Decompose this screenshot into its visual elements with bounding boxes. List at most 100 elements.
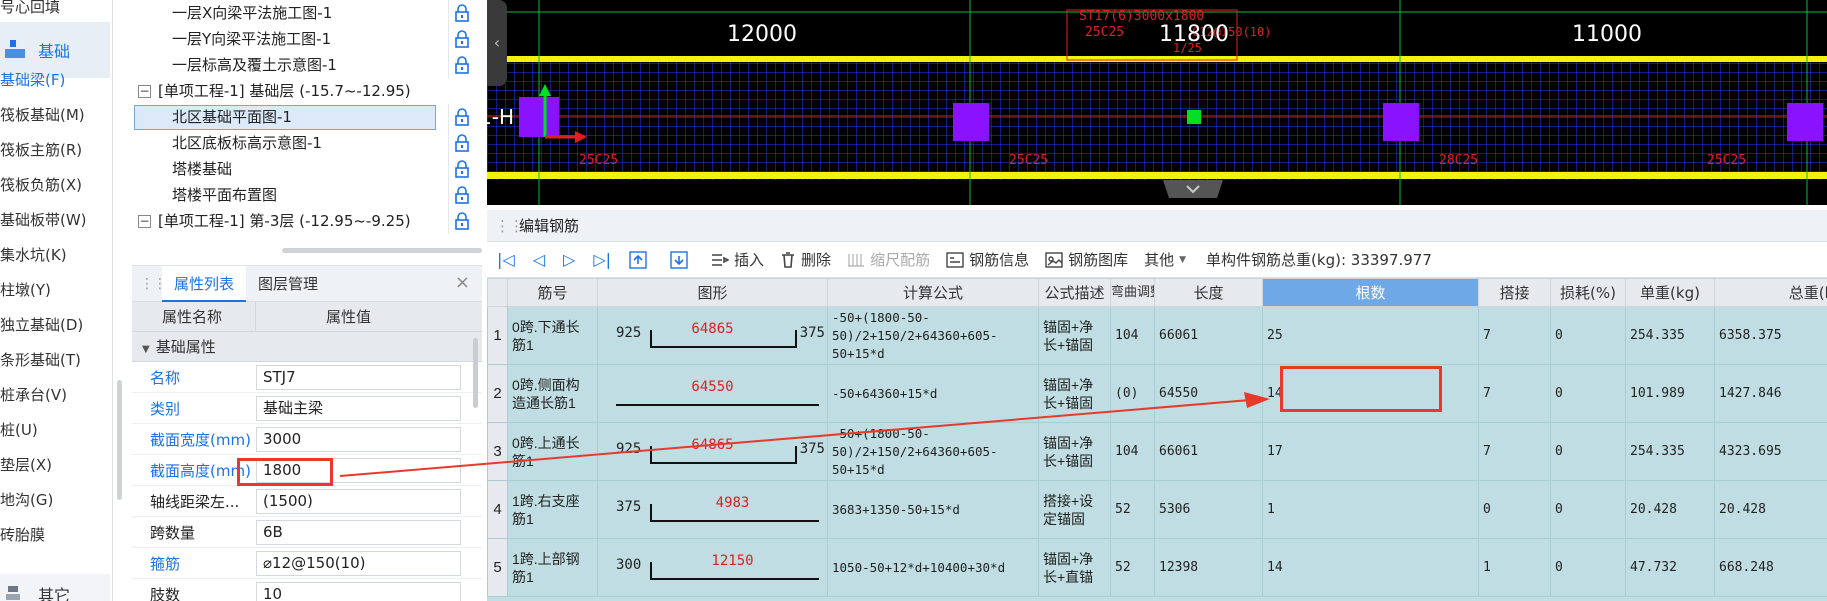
property-value-input[interactable]: ⌀12@150(10) [256, 550, 461, 576]
cell-lap[interactable]: 7 [1478, 306, 1551, 365]
cell-shape[interactable]: 925 375 64865 [597, 306, 828, 365]
property-value-input[interactable]: 基础主梁 [256, 395, 461, 421]
column-header[interactable]: 筋号 [507, 278, 598, 307]
cell-length[interactable]: 66061 [1154, 306, 1263, 365]
lock-icon[interactable] [448, 130, 474, 156]
column-header[interactable]: 弯曲调整 [1110, 278, 1155, 307]
insert-button[interactable]: 插入 [711, 249, 764, 270]
cell-formula-desc[interactable]: 锚固+净长+锚固 [1038, 364, 1111, 423]
property-value-input[interactable]: 1800 [256, 457, 461, 483]
tab-property-list[interactable]: 属性列表 [162, 266, 247, 302]
sidebar-scrollbar[interactable] [117, 380, 122, 500]
lock-icon[interactable] [448, 26, 474, 52]
cell-formula[interactable]: 1050-50+12*d+10400+30*d [827, 538, 1039, 597]
lock-icon[interactable] [448, 182, 474, 208]
prev-icon[interactable]: ◁ [533, 250, 545, 269]
sidebar-item-cushion[interactable]: 垫层(X) [0, 448, 110, 483]
column-header[interactable]: 图形 [597, 278, 828, 307]
column-header-selected[interactable]: 根数 [1262, 278, 1479, 307]
cell-loss[interactable]: 0 [1550, 422, 1626, 481]
cell-total-weight[interactable]: 1427.846 [1714, 364, 1827, 423]
sidebar-group-other[interactable]: 其它 [0, 574, 110, 601]
tab-layer-management[interactable]: 图层管理 [246, 266, 330, 302]
tree-row[interactable]: 一层Y向梁平法施工图-1 [132, 26, 482, 52]
cell-loss[interactable]: 0 [1550, 538, 1626, 597]
cell-total-weight[interactable]: 4323.695 [1714, 422, 1827, 481]
column-header[interactable]: 搭接 [1478, 278, 1551, 307]
row-index[interactable]: 5 [487, 538, 508, 597]
cell-bend-adjust[interactable]: 104 [1110, 306, 1155, 365]
column-header[interactable]: 计算公式 [827, 278, 1039, 307]
cell-rebar-name[interactable]: 0跨.下通长筋1 [507, 306, 598, 365]
cell-lap[interactable]: 1 [1478, 538, 1551, 597]
cell-rebar-name[interactable]: 0跨.侧面构造通长筋1 [507, 364, 598, 423]
tree-row[interactable]: 一层X向梁平法施工图-1 [132, 0, 482, 26]
scale-rebar-button[interactable]: 缩尺配筋 [847, 249, 930, 270]
row-index[interactable]: 1 [487, 306, 508, 365]
column-header[interactable]: 长度 [1154, 278, 1263, 307]
cell-count[interactable]: 14 [1262, 538, 1479, 597]
cell-rebar-name[interactable]: 1跨.右支座筋1 [507, 480, 598, 539]
column-header[interactable]: 总重(k [1714, 278, 1827, 307]
next-icon[interactable]: ▷ [563, 250, 575, 269]
sidebar-item-brick-mold[interactable]: 砖胎膜 [0, 518, 110, 553]
rebar-library-button[interactable]: 钢筋图库 [1045, 249, 1128, 270]
lock-icon[interactable] [448, 0, 474, 26]
cell-formula-desc[interactable]: 锚固+净长+直锚 [1038, 538, 1111, 597]
tree-row[interactable]: 塔楼基础 [132, 156, 482, 182]
cell-length[interactable]: 12398 [1154, 538, 1263, 597]
cell-length[interactable]: 64550 [1154, 364, 1263, 423]
cell-shape[interactable]: 300 12150 [597, 538, 828, 597]
sidebar-item-slab-strip[interactable]: 基础板带(W) [0, 203, 110, 238]
move-up-icon[interactable] [629, 250, 652, 269]
lock-icon[interactable] [448, 208, 474, 234]
property-value-input[interactable]: 6B [256, 519, 461, 545]
last-icon[interactable]: ▷| [593, 250, 611, 269]
cell-formula-desc[interactable]: 搭接+设定锚固 [1038, 480, 1111, 539]
cell-lap[interactable]: 0 [1478, 480, 1551, 539]
sidebar-item-strip-footing[interactable]: 条形基础(T) [0, 343, 110, 378]
tree-group-foundation-level[interactable]: − [单项工程-1] 基础层 (-15.7~-12.95) [132, 78, 482, 104]
cell-formula[interactable]: -50+(1800-50-50)/2+150/2+64360+605-50+15… [827, 422, 1039, 481]
cell-unit-weight[interactable]: 101.989 [1625, 364, 1715, 423]
tree-row[interactable]: 塔楼平面布置图 [132, 182, 482, 208]
table-row[interactable]: 4 1跨.右支座筋1 375 4983 3683+1350-50+15*d 搭接+设定锚固… [487, 480, 1827, 539]
property-scrollbar-thumb[interactable] [473, 338, 478, 408]
collapse-icon[interactable]: − [138, 215, 151, 228]
sidebar-item-raft-main-rebar[interactable]: 筏板主筋(R) [0, 133, 110, 168]
row-index[interactable]: 2 [487, 364, 508, 423]
property-value-input[interactable]: 10 [256, 581, 461, 601]
property-value-input[interactable]: (1500) [256, 488, 461, 514]
cell-bend-adjust[interactable]: 104 [1110, 422, 1155, 481]
tree-row[interactable]: 北区底板标高示意图-1 [132, 130, 482, 156]
cell-unit-weight[interactable]: 254.335 [1625, 422, 1715, 481]
cell-loss[interactable]: 0 [1550, 364, 1626, 423]
cell-lap[interactable]: 7 [1478, 422, 1551, 481]
cell-loss[interactable]: 0 [1550, 306, 1626, 365]
lock-icon[interactable] [448, 104, 474, 130]
table-row[interactable]: 2 0跨.侧面构造通长筋1 64550 -50+64360+15*d 锚固+净长+锚固(… [487, 364, 1827, 423]
cell-unit-weight[interactable]: 20.428 [1625, 480, 1715, 539]
sidebar-item-sump-pit[interactable]: 集水坑(K) [0, 238, 110, 273]
collapse-left-icon[interactable]: ‹ [487, 0, 507, 86]
other-dropdown[interactable]: 其他 ▼ [1144, 249, 1186, 270]
column-header[interactable]: 公式描述 [1038, 278, 1111, 307]
cell-unit-weight[interactable]: 47.732 [1625, 538, 1715, 597]
rebar-info-button[interactable]: 钢筋信息 [946, 249, 1029, 270]
cell-formula-desc[interactable]: 锚固+净长+锚固 [1038, 306, 1111, 365]
close-icon[interactable]: × [455, 272, 470, 293]
cell-loss[interactable]: 0 [1550, 480, 1626, 539]
cell-length[interactable]: 66061 [1154, 422, 1263, 481]
cell-bend-adjust[interactable]: 52 [1110, 538, 1155, 597]
lock-icon[interactable] [448, 52, 474, 78]
cell-total-weight[interactable]: 20.428 [1714, 480, 1827, 539]
sidebar-item-raft[interactable]: 筏板基础(M) [0, 98, 110, 133]
cell-shape[interactable]: 64550 [597, 364, 828, 423]
table-row[interactable]: 5 1跨.上部钢筋1 300 12150 1050-50+12*d+10400+30*d… [487, 538, 1827, 597]
move-down-icon[interactable] [670, 250, 693, 269]
cell-rebar-name[interactable]: 0跨.上通长筋1 [507, 422, 598, 481]
cell-bend-adjust[interactable]: (0) [1110, 364, 1155, 423]
collapse-icon[interactable]: − [138, 85, 151, 98]
sidebar-item-column-pier[interactable]: 柱墩(Y) [0, 273, 110, 308]
drag-handle-icon[interactable]: ⋮⋮ [495, 210, 524, 242]
